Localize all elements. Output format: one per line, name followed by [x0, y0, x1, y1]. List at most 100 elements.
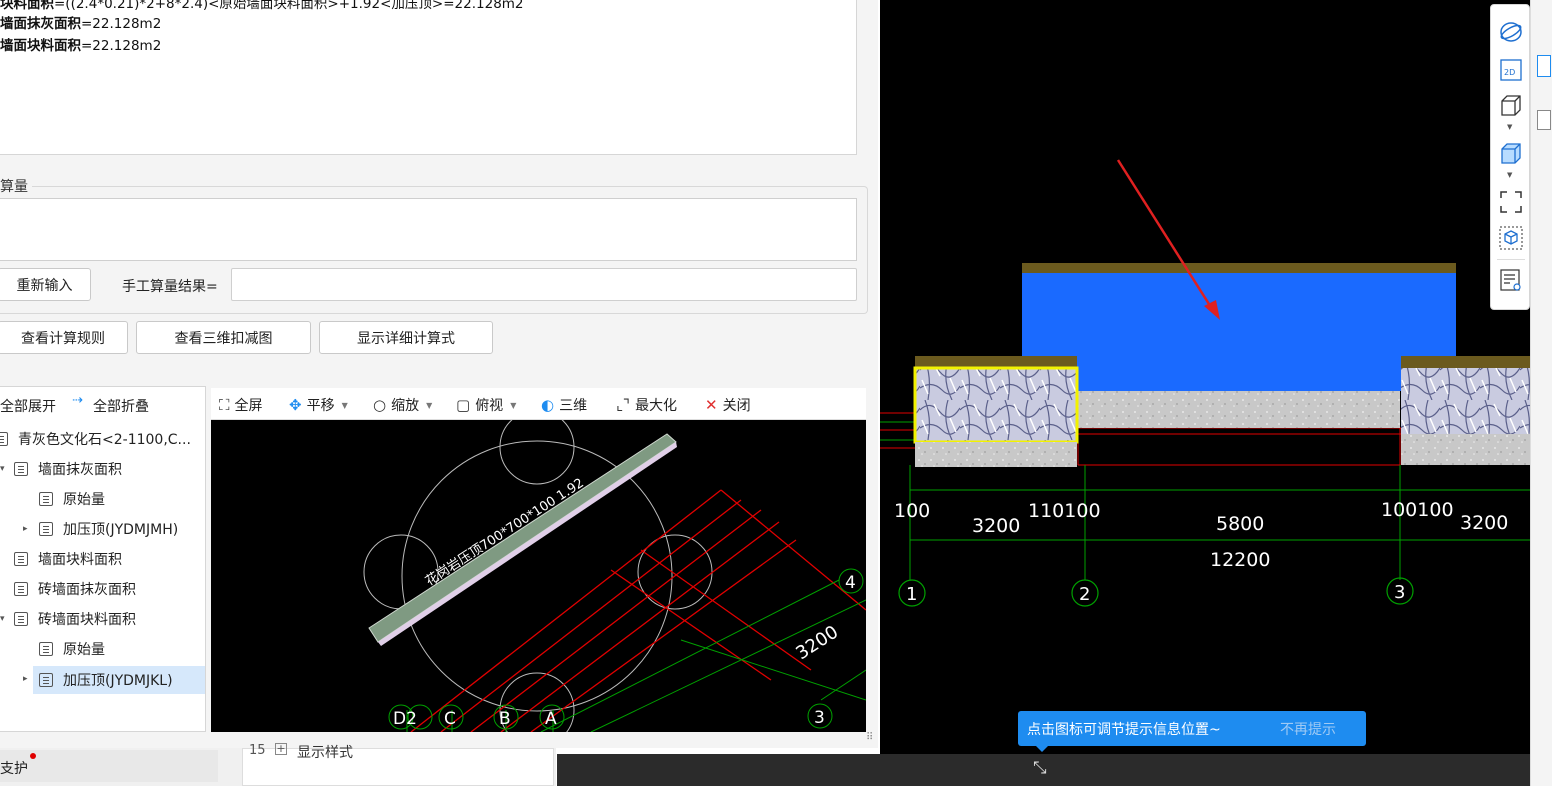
tree-item[interactable]: 墙面抹灰面积	[14, 455, 122, 483]
red-wall-lines	[410, 489, 866, 732]
dimension-label: 110100	[1028, 500, 1101, 522]
collapse-tip-icon[interactable]: ⤡	[1033, 758, 1047, 778]
axis-label: 4	[845, 573, 856, 593]
collapse-icon: ⇢	[72, 393, 83, 408]
dimension-label: 5800	[1216, 513, 1264, 535]
formula-label: 墙面块料面积	[0, 38, 81, 54]
document-icon	[39, 492, 53, 506]
tree-item[interactable]: 原始量	[39, 485, 105, 513]
dropdown-icon[interactable]: ▼	[1507, 123, 1512, 131]
axis-label: 3	[1394, 582, 1405, 603]
caret-right-icon[interactable]: ▸	[23, 524, 28, 534]
granite-cap-edge	[378, 442, 677, 646]
dashed-cube-icon	[1499, 226, 1523, 250]
resize-grip-icon[interactable]: ⠿	[866, 732, 873, 743]
manual-result-input[interactable]	[231, 268, 857, 301]
left-wall-base	[915, 442, 1077, 467]
cube-solid-icon	[1501, 143, 1521, 164]
formula-line-1: 块料面积=((2.4*0.21)*2+8*2.4)<原始墙面块料面积>+1.92…	[0, 0, 524, 12]
view-2d-button[interactable]: 2D	[1498, 57, 1524, 83]
fullscreen-button[interactable]: ⛶ 全屏	[219, 395, 263, 415]
dropdown-icon[interactable]: ▼	[1507, 171, 1512, 179]
manual-formula-textarea[interactable]	[0, 198, 857, 261]
tree-item-label: 墙面抹灰面积	[38, 462, 122, 478]
dimension-label: 3200	[1460, 512, 1508, 534]
collapse-all-button[interactable]: 全部折叠	[93, 396, 149, 416]
maximize-button[interactable]: ⌞⌝ 最大化	[616, 395, 677, 415]
reinput-button[interactable]: 重新输入	[0, 268, 91, 301]
cube-outline-icon	[1501, 95, 1521, 116]
dimension-label: 100	[894, 500, 930, 522]
formula-line-3: 墙面块料面积=22.128m2	[0, 34, 161, 54]
dont-show-again-link[interactable]: 不再提示	[1280, 719, 1336, 739]
maximize-label: 最大化	[635, 398, 678, 414]
formula-label: 墙面抹灰面积	[0, 16, 81, 32]
formula-value: =22.128m2	[81, 16, 162, 32]
select-box-button[interactable]	[1498, 225, 1524, 251]
caret-down-icon[interactable]: ▾	[0, 464, 5, 474]
axis-label: 1	[906, 584, 917, 605]
solid-cube-button[interactable]	[1498, 141, 1524, 167]
axis-label: D2	[393, 709, 417, 729]
hint-text: 点击图标可调节提示信息位置~	[1027, 721, 1221, 738]
axis-label: A	[545, 709, 557, 729]
tree-item[interactable]: 砖墙面块料面积	[14, 605, 136, 633]
far-right-panel	[1530, 0, 1552, 786]
viewer-toolbar: ⛶ 全屏 ✥ 平移 ▼ ○ 缩放 ▼ ▢ 俯视 ▼ ◐ 三维 ⌞⌝ 最大化 ✕ 关闭	[211, 388, 866, 420]
document-icon	[0, 432, 8, 446]
cube-icon: ▢	[456, 396, 471, 414]
dropdown-icon: ▼	[510, 400, 517, 410]
three-d-button[interactable]: ◐ 三维	[541, 395, 587, 415]
svg-text:2D: 2D	[1504, 68, 1515, 77]
caret-right-icon[interactable]: ▸	[23, 674, 28, 684]
close-button[interactable]: ✕ 关闭	[705, 395, 751, 415]
wireframe-cube-button[interactable]	[1498, 93, 1524, 119]
view-3d-deduction-button[interactable]: 查看三维扣减图	[136, 321, 311, 354]
tree-item[interactable]: 砖墙面抹灰面积	[14, 575, 136, 603]
deduction-3d-viewport[interactable]: 花岗岩压顶700*700*100 1.92 4 3200 3 D2 C B A	[211, 420, 866, 732]
left-wall-cap	[915, 356, 1077, 368]
dimension-label: 100100	[1381, 499, 1454, 521]
top-view-button[interactable]: ▢ 俯视 ▼	[456, 395, 516, 415]
fit-view-button[interactable]	[1498, 189, 1524, 215]
show-detail-formula-button[interactable]: 显示详细计算式	[319, 321, 493, 354]
orbit-button[interactable]	[1498, 19, 1524, 45]
row-label: 显示样式	[297, 745, 353, 761]
row-number: 15	[249, 743, 266, 758]
axis-label: 2	[1079, 584, 1090, 605]
manual-section-label: 算量	[0, 176, 32, 196]
document-icon	[14, 582, 28, 596]
expand-all-button[interactable]: 全部展开	[0, 396, 56, 416]
panel-tab[interactable]	[1537, 55, 1551, 77]
view-rules-button[interactable]: 查看计算规则	[0, 321, 128, 354]
axis-label: B	[499, 709, 511, 729]
left-wall-stone[interactable]	[913, 366, 1079, 444]
expand-icon[interactable]: +	[275, 743, 287, 755]
deduction-3d-drawing: 花岗岩压顶700*700*100 1.92 4 3200 3 D2 C B A	[363, 420, 866, 732]
caret-down-icon[interactable]: ▾	[0, 614, 5, 624]
tree-item[interactable]: 墙面块料面积	[14, 545, 122, 573]
support-row[interactable]: 支护	[0, 750, 218, 782]
display-settings-button[interactable]	[1498, 267, 1524, 293]
view-tool-strip: 2D ▼ ▼	[1490, 4, 1530, 310]
tree-item[interactable]: 加压顶(JYDMJMH)	[39, 515, 178, 543]
tree-item[interactable]: 原始量	[39, 635, 105, 663]
zoom-button[interactable]: ○ 缩放 ▼	[373, 395, 432, 415]
close-label: 关闭	[722, 398, 751, 414]
axis-label: 3	[814, 708, 825, 728]
pan-button[interactable]: ✥ 平移 ▼	[289, 395, 348, 415]
tree-item-label: 墙面块料面积	[38, 552, 122, 568]
tree-item[interactable]: 青灰色文化石<2-1100,C...	[0, 425, 191, 453]
axis-label: C	[444, 709, 456, 729]
maximize-icon: ⌞⌝	[616, 396, 631, 414]
main-3d-viewport[interactable]: 100 3200 110100 5800 100100 3200 12200 1…	[880, 0, 1530, 754]
tree-item-label: 青灰色文化石<2-1100,C...	[18, 432, 191, 448]
object-label: 花岗岩压顶700*700*100 1.92	[422, 475, 586, 589]
document-icon	[14, 552, 28, 566]
section-drawing: 100 3200 110100 5800 100100 3200 12200 1…	[880, 159, 1530, 607]
fit-view-icon	[1500, 191, 1522, 213]
dropdown-icon: ▼	[426, 400, 433, 410]
tree-item-selected[interactable]: 加压顶(JYDMJKL)	[33, 666, 205, 694]
right-wall-stone	[1401, 368, 1530, 434]
panel-toggle[interactable]	[1537, 110, 1551, 130]
